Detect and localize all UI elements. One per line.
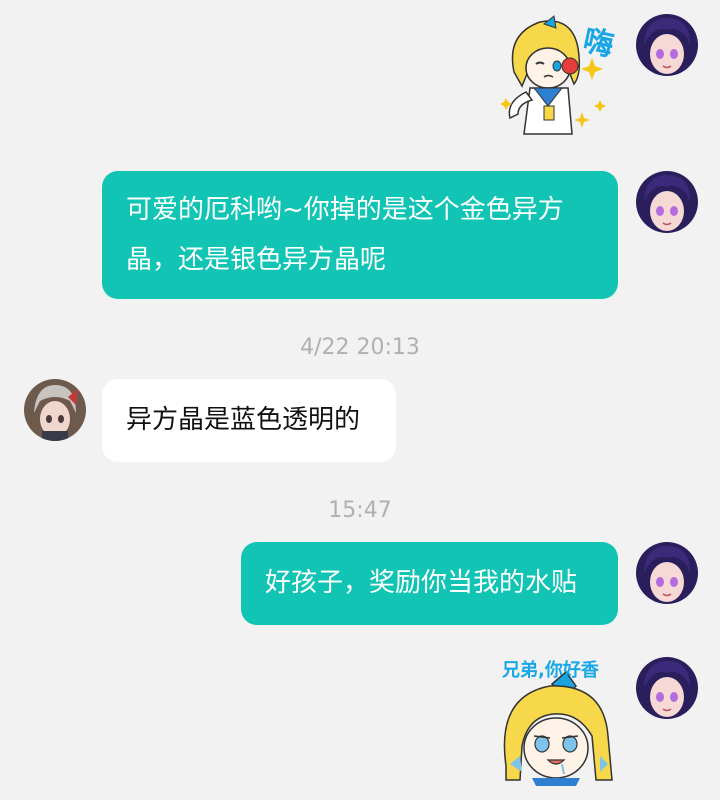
message-text: 好孩子，奖励你当我的水贴: [265, 568, 578, 598]
message-text-line: 晶，还是银色异方晶呢: [126, 245, 387, 275]
message-text: 异方晶是蓝色透明的: [126, 405, 361, 435]
sticker-caption: 兄弟,你好香: [502, 660, 599, 681]
message-bubble-outgoing[interactable]: 好孩子，奖励你当我的水贴: [241, 542, 618, 625]
self-avatar[interactable]: [636, 657, 698, 719]
self-avatar-icon: [636, 657, 698, 719]
message-text-line: 可爱的厄科哟~你掉的是这个金色异方: [126, 195, 564, 225]
contact-avatar[interactable]: [24, 379, 86, 441]
contact-avatar-icon: [24, 379, 86, 441]
sticker-brother-you-smell-good[interactable]: 兄弟,你好香: [496, 656, 622, 786]
message-bubble-outgoing[interactable]: 可爱的厄科哟~你掉的是这个金色异方 晶，还是银色异方晶呢: [102, 171, 618, 299]
timestamp: 4/22 20:13: [300, 335, 420, 360]
message-bubble-incoming[interactable]: 异方晶是蓝色透明的: [102, 379, 396, 462]
chat-window: 嗨 可爱的厄科哟~你掉的是这个金色异方 晶，还是银色异方晶呢 4/22 20:1…: [0, 0, 720, 800]
self-avatar[interactable]: [636, 171, 698, 233]
self-avatar-icon: [636, 542, 698, 604]
self-avatar[interactable]: [636, 542, 698, 604]
sticker-hi[interactable]: 嗨: [496, 14, 622, 144]
self-avatar-icon: [636, 171, 698, 233]
timestamp: 15:47: [328, 498, 392, 523]
self-avatar-icon: [636, 14, 698, 76]
self-avatar[interactable]: [636, 14, 698, 76]
